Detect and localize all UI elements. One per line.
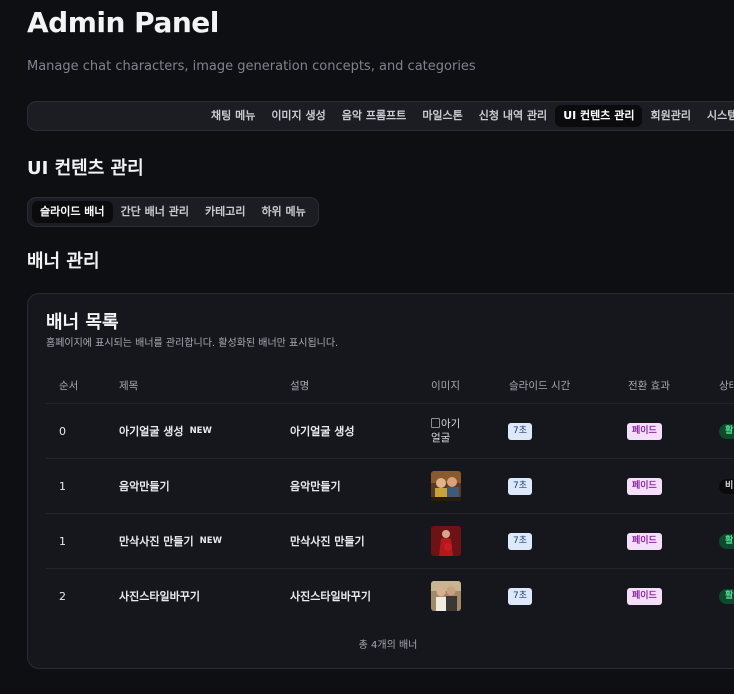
row-description: 만삭사진 만들기 [290, 535, 365, 548]
row-status: 활 [719, 514, 734, 568]
nav-tab-chat-menu[interactable]: 채팅 메뉴 [203, 105, 263, 127]
admin-page: Admin Panel Manage chat characters, imag… [0, 0, 734, 694]
subtab-slide-banner[interactable]: 슬라이드 배너 [32, 201, 113, 223]
col-title: 제목 [119, 380, 139, 392]
nav-tab-music-prompt[interactable]: 음악 프롬프트 [334, 105, 415, 127]
col-order: 순서 [59, 380, 79, 392]
nav-tab-milestone[interactable]: 마일스톤 [414, 105, 470, 127]
section-title: UI 컨텐츠 관리 [27, 158, 144, 179]
nav-tab-image-generation[interactable]: 이미지 생성 [263, 105, 333, 127]
slide-time-badge: 7초 [508, 477, 533, 495]
row-title-text: 아기얼굴 생성 [119, 425, 184, 438]
row-effect: 페이드 [627, 404, 662, 458]
table-row[interactable]: 1 만삭사진 만들기 NEW 만삭사진 만들기 7초 페이드 활 [46, 513, 734, 568]
new-badge: NEW [199, 536, 222, 546]
row-status: 활 [719, 404, 734, 458]
nav-tab-ui-content[interactable]: UI 컨텐츠 관리 [555, 105, 643, 127]
col-effect: 전환 효과 [628, 380, 670, 392]
row-title: 음악만들기 [119, 459, 170, 513]
page-title: Admin Panel [27, 6, 219, 39]
row-order: 1 [59, 479, 66, 493]
card-description: 홈페이지에 표시되는 배너를 관리합니다. 활성화된 배너만 표시됩니다. [46, 338, 339, 349]
page-subtitle: Manage chat characters, image generation… [27, 59, 476, 74]
col-image: 이미지 [431, 380, 460, 392]
row-slide-time: 7초 [508, 459, 533, 513]
row-title: 아기얼굴 생성 NEW [119, 404, 212, 458]
row-image [431, 514, 461, 568]
row-status: 활 [719, 569, 734, 623]
effect-badge: 페이드 [627, 422, 662, 440]
row-title-text: 음악만들기 [119, 480, 170, 493]
row-image: 아기얼굴 [431, 404, 465, 458]
row-order: 1 [59, 534, 66, 548]
banner-count: 총 4개의 배너 [358, 640, 418, 651]
banner-list-card: 배너 목록 홈페이지에 표시되는 배너를 관리합니다. 활성화된 배너만 표시됩… [27, 293, 734, 669]
row-effect: 페이드 [627, 459, 662, 513]
row-slide-time: 7초 [508, 514, 533, 568]
row-description: 아기얼굴 생성 [290, 425, 355, 438]
row-order: 0 [59, 424, 66, 438]
row-order: 2 [59, 589, 66, 603]
col-description: 설명 [290, 380, 310, 392]
new-badge: NEW [189, 426, 212, 436]
col-status: 상태 [719, 380, 734, 392]
table-row[interactable]: 2 사진스타일바꾸기 사진스타일바꾸기 7초 페이드 활 [46, 568, 734, 623]
row-status: 비 [719, 459, 734, 513]
row-image [431, 459, 461, 513]
broken-image-icon [431, 418, 440, 428]
banner-section-title: 배너 관리 [27, 251, 100, 272]
effect-badge: 페이드 [627, 532, 662, 550]
slide-time-badge: 7초 [508, 532, 533, 550]
row-effect: 페이드 [627, 569, 662, 623]
status-badge[interactable]: 활 [719, 588, 734, 604]
nav-tab-members[interactable]: 회원관리 [642, 105, 698, 127]
broken-image: 아기얼굴 [431, 417, 465, 445]
status-badge[interactable]: 활 [719, 423, 734, 439]
table-row[interactable]: 0 아기얼굴 생성 NEW 아기얼굴 생성 아기얼굴 7초 페이드 활 [46, 403, 734, 458]
row-title: 만삭사진 만들기 NEW [119, 514, 222, 568]
row-slide-time: 7초 [508, 569, 533, 623]
sub-tabs: 슬라이드 배너 간단 배너 관리 카테고리 하위 메뉴 [27, 197, 319, 227]
col-slide-time: 슬라이드 시간 [509, 380, 571, 392]
subtab-simple-banner[interactable]: 간단 배너 관리 [113, 201, 197, 223]
row-title-text: 만삭사진 만들기 [119, 535, 194, 548]
row-description: 사진스타일바꾸기 [290, 590, 371, 603]
top-nav: 채팅 메뉴 이미지 생성 음악 프롬프트 마일스톤 신청 내역 관리 UI 컨텐… [27, 101, 734, 131]
nav-tab-system-settings[interactable]: 시스템 설 [699, 105, 734, 127]
banner-thumbnail-style [431, 581, 461, 611]
subtab-submenu[interactable]: 하위 메뉴 [253, 201, 313, 223]
nav-tab-applications[interactable]: 신청 내역 관리 [471, 105, 555, 127]
card-title: 배너 목록 [46, 312, 119, 333]
slide-time-badge: 7초 [508, 587, 533, 605]
subtab-category[interactable]: 카테고리 [197, 201, 253, 223]
row-description: 음악만들기 [290, 480, 341, 493]
banner-thumbnail-maternity [431, 526, 461, 556]
slide-time-badge: 7초 [508, 422, 533, 440]
row-slide-time: 7초 [508, 404, 533, 458]
effect-badge: 페이드 [627, 477, 662, 495]
row-title: 사진스타일바꾸기 [119, 569, 200, 623]
row-title-text: 사진스타일바꾸기 [119, 590, 200, 603]
banner-thumbnail-music [431, 471, 461, 501]
row-image [431, 569, 461, 623]
status-badge[interactable]: 비 [719, 478, 734, 494]
table-row[interactable]: 1 음악만들기 음악만들기 7초 페이드 비 [46, 458, 734, 513]
row-effect: 페이드 [627, 514, 662, 568]
status-badge[interactable]: 활 [719, 533, 734, 549]
effect-badge: 페이드 [627, 587, 662, 605]
